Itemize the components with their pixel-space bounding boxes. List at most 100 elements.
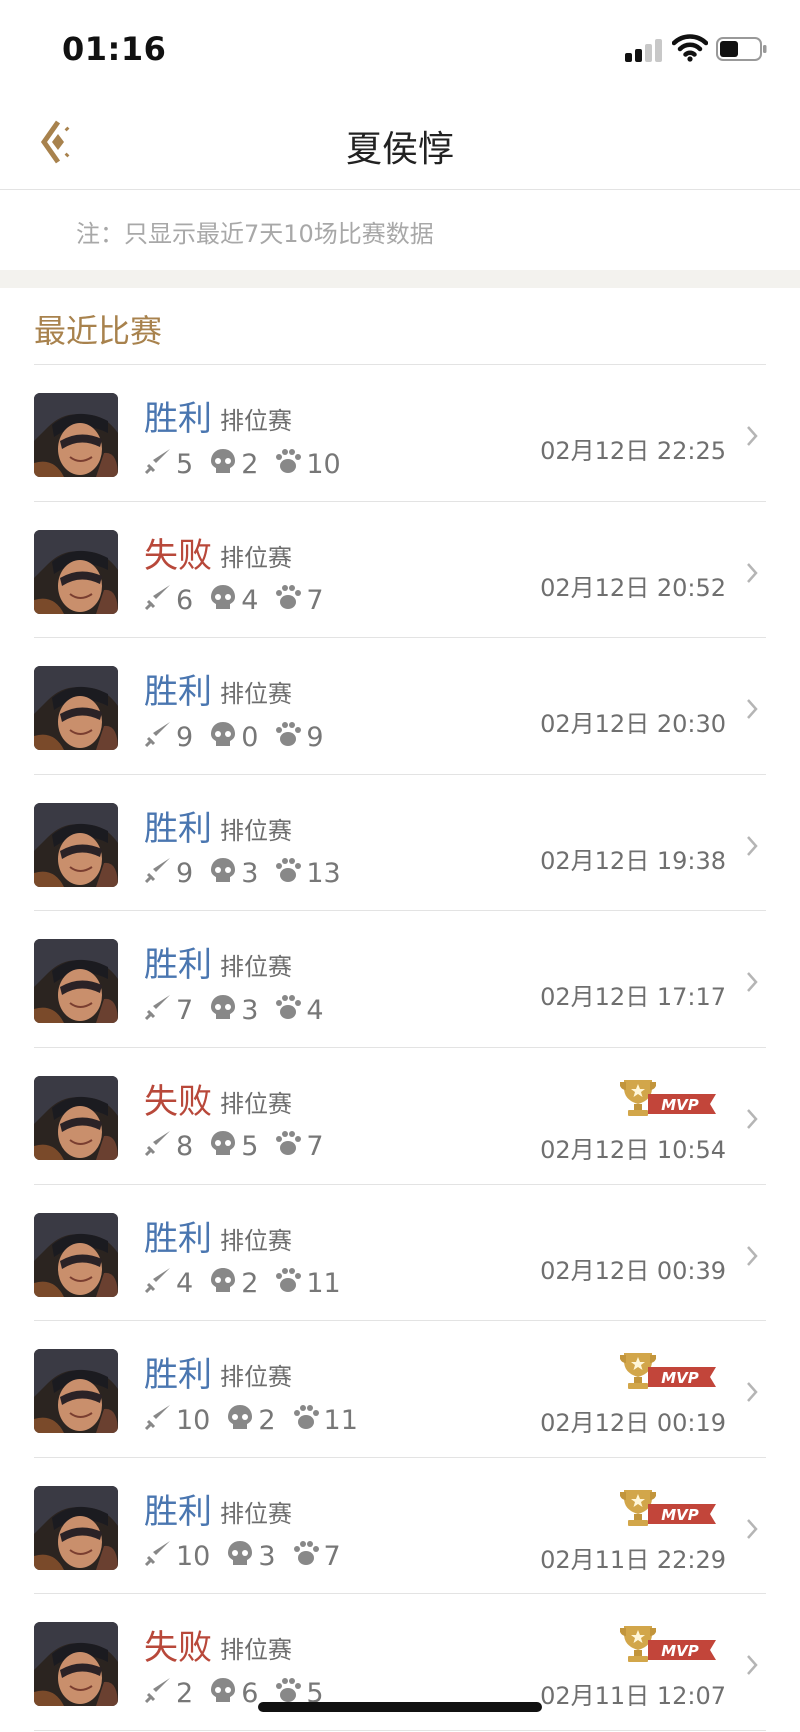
skull-icon <box>209 720 241 755</box>
match-row[interactable]: 胜利 排位赛 9 0 9 02月12日 20:30 <box>0 638 800 775</box>
kills-stat: 2 <box>144 1676 193 1711</box>
deaths-stat: 4 <box>209 583 258 618</box>
hero-avatar <box>34 529 118 614</box>
match-result: 胜利 <box>144 1491 212 1532</box>
sword-icon <box>144 1403 176 1438</box>
sword-icon <box>144 447 176 482</box>
match-mode: 排位赛 <box>220 1363 292 1392</box>
assists-value: 7 <box>306 585 324 617</box>
assists-stat: 11 <box>292 1403 358 1438</box>
match-mode: 排位赛 <box>220 1636 292 1665</box>
chevron-right-icon[interactable] <box>744 696 760 722</box>
deaths-value: 5 <box>241 1131 259 1163</box>
match-result: 失败 <box>144 1628 212 1669</box>
assists-stat: 13 <box>274 856 341 891</box>
sword-icon <box>144 1676 176 1711</box>
kills-stat: 9 <box>144 856 193 891</box>
deaths-stat: 3 <box>226 1539 276 1574</box>
skull-icon <box>209 447 241 482</box>
sword-icon <box>144 993 176 1028</box>
kills-stat: 8 <box>144 1129 193 1164</box>
match-time: 02月12日 17:17 <box>540 983 726 1012</box>
match-row[interactable]: 胜利 排位赛 5 2 10 02月12日 22:25 <box>0 365 800 502</box>
hero-avatar <box>34 1212 118 1297</box>
paw-icon <box>274 1129 306 1164</box>
hero-avatar <box>34 666 118 751</box>
chevron-right-icon[interactable] <box>744 560 760 586</box>
status-bar: 01:16 <box>0 0 800 96</box>
deaths-stat: 6 <box>209 1676 258 1711</box>
deaths-stat: 2 <box>226 1403 276 1438</box>
hero-avatar <box>34 802 118 887</box>
match-time: 02月12日 10:54 <box>540 1135 726 1164</box>
chevron-right-icon[interactable] <box>744 1106 760 1132</box>
match-mode: 排位赛 <box>220 1226 292 1255</box>
deaths-value: 3 <box>241 994 259 1026</box>
chevron-right-icon[interactable] <box>744 833 760 859</box>
paw-icon <box>274 993 306 1028</box>
wifi-icon <box>672 34 708 62</box>
chevron-right-icon[interactable] <box>744 969 760 995</box>
match-time: 02月12日 20:30 <box>540 710 726 739</box>
paw-icon <box>274 583 306 618</box>
assists-stat: 7 <box>274 583 324 618</box>
assists-value: 13 <box>306 858 341 890</box>
match-mode: 排位赛 <box>220 1499 292 1528</box>
kda-stats: 9 0 9 <box>144 720 340 754</box>
status-time: 01:16 <box>62 30 167 68</box>
match-time: 02月12日 00:39 <box>540 1256 726 1285</box>
kills-value: 7 <box>176 994 194 1026</box>
chevron-right-icon[interactable] <box>744 1379 760 1405</box>
kills-stat: 7 <box>144 993 193 1028</box>
page-title: 夏侯惇 <box>345 129 454 170</box>
skull-icon <box>226 1539 258 1574</box>
kills-value: 9 <box>176 858 194 890</box>
mvp-trophy-icon: MVP <box>620 1353 716 1390</box>
paw-icon <box>274 1266 306 1301</box>
match-row[interactable]: 胜利 排位赛 10 3 7 MVP 02月11日 22:29 <box>0 1458 800 1595</box>
chevron-right-icon[interactable] <box>744 1516 760 1542</box>
svg-text:MVP: MVP <box>661 1096 699 1114</box>
match-mode: 排位赛 <box>220 1089 292 1118</box>
assists-value: 7 <box>306 1131 324 1163</box>
match-row[interactable]: 胜利 排位赛 4 2 11 02月12日 00:39 <box>0 1185 800 1322</box>
match-result: 胜利 <box>144 1218 212 1259</box>
note-bar: 注：只显示最近7天10场比赛数据 <box>0 190 800 270</box>
match-result: 胜利 <box>144 672 212 713</box>
match-row[interactable]: 胜利 排位赛 10 2 11 MVP 02月12日 00:19 <box>0 1321 800 1458</box>
skull-icon <box>209 856 241 891</box>
match-time: 02月12日 20:52 <box>540 573 726 602</box>
kills-value: 2 <box>176 1677 194 1709</box>
deaths-stat: 3 <box>209 993 258 1028</box>
deaths-value: 3 <box>241 858 259 890</box>
deaths-value: 2 <box>241 448 259 480</box>
match-row[interactable]: 失败 排位赛 6 4 7 02月12日 20:52 <box>0 502 800 639</box>
match-result: 失败 <box>144 1081 212 1122</box>
assists-value: 4 <box>306 994 324 1026</box>
kda-stats: 6 4 7 <box>144 584 340 618</box>
match-result: 胜利 <box>144 808 212 849</box>
match-result: 胜利 <box>144 945 212 986</box>
match-mode: 排位赛 <box>220 543 292 572</box>
assists-stat: 7 <box>292 1539 341 1574</box>
deaths-value: 2 <box>241 1268 259 1300</box>
paw-icon <box>274 447 306 482</box>
deaths-value: 3 <box>258 1541 276 1573</box>
skull-icon <box>209 583 241 618</box>
section-title: 最近比赛 <box>34 312 163 350</box>
sword-icon <box>144 1539 176 1574</box>
assists-value: 11 <box>306 1268 341 1300</box>
match-row[interactable]: 胜利 排位赛 7 3 4 02月12日 17:17 <box>0 911 800 1048</box>
match-row[interactable]: 胜利 排位赛 9 3 13 02月12日 19:38 <box>0 775 800 912</box>
sword-icon <box>144 856 176 891</box>
chevron-right-icon[interactable] <box>744 423 760 449</box>
assists-stat: 10 <box>274 447 341 482</box>
skull-icon <box>209 1266 241 1301</box>
kills-stat: 4 <box>144 1266 193 1301</box>
match-time: 02月12日 19:38 <box>540 846 726 875</box>
chevron-right-icon[interactable] <box>744 1652 760 1678</box>
kills-value: 8 <box>176 1131 194 1163</box>
chevron-right-icon[interactable] <box>744 1243 760 1269</box>
assists-value: 9 <box>306 721 324 753</box>
match-row[interactable]: 失败 排位赛 8 5 7 MVP 02月12日 10:54 <box>0 1048 800 1185</box>
